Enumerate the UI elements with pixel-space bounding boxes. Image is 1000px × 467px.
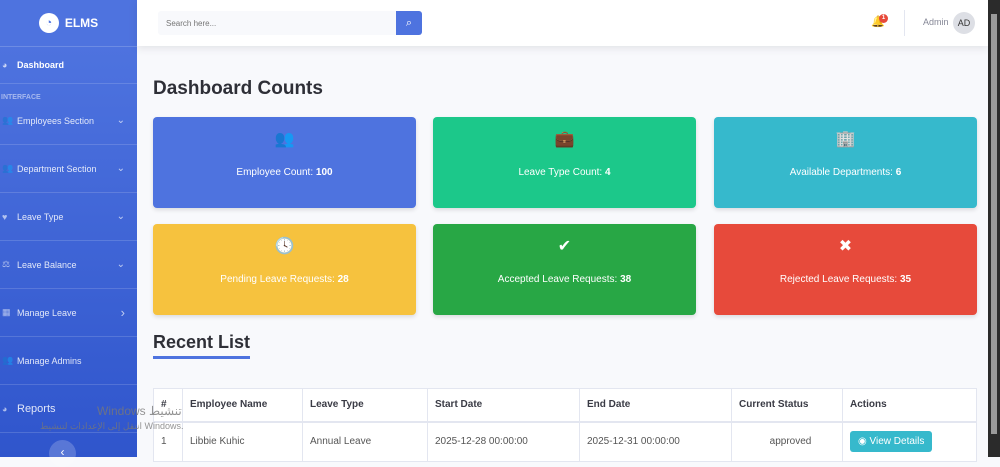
card-value: 38 (620, 274, 632, 285)
heart-icon: ♥ (2, 211, 8, 222)
sidebar-item-label: Manage Leave (17, 307, 77, 318)
users-icon: 👥 (2, 355, 14, 365)
brand[interactable]: ◔ ELMS (0, 0, 137, 46)
balance-icon: ⚖ (2, 259, 11, 269)
recent-list-title: Recent List (153, 332, 251, 359)
sidebar-item-manage-leave[interactable]: ▦ Manage Leave › (0, 289, 137, 337)
eye-icon: ◉ (858, 436, 870, 448)
card-icon: 💼 (554, 131, 575, 148)
chevron-down-icon: ⌄ (116, 115, 125, 126)
cell-actions: ◉ View Details (842, 421, 977, 462)
notification-badge: 1 (879, 14, 888, 23)
topbar: ⌕ 🔔 1 Admin AD (137, 0, 988, 46)
card-value: 35 (899, 274, 912, 285)
sidebar-item-leave-balance[interactable]: ⚖ Leave Balance ⌄ (0, 241, 137, 289)
windows-watermark-line2: انتقل إلى الإعدادات لتنشيط Windows. (40, 421, 184, 431)
sidebar-item-label: Leave Type (17, 211, 64, 222)
card-text: Available Departments: 6 (714, 167, 977, 178)
card-text: Employee Count: 100 (153, 167, 416, 178)
users-icon: 👥 (2, 163, 14, 173)
card-employee-count[interactable]: 👥 Employee Count: 100 (153, 117, 416, 208)
user-name[interactable]: Admin (923, 17, 949, 27)
card-text: Pending Leave Requests: 28 (153, 274, 416, 285)
cell-start: 2025-12-28 00:00:00 (427, 421, 580, 462)
scrollbar-thumb[interactable] (991, 14, 997, 434)
sidebar-item-label: Employees Section (17, 115, 95, 126)
users-icon: 👥 (2, 115, 14, 125)
view-details-button[interactable]: ◉ View Details (850, 431, 933, 453)
sidebar-item-departments[interactable]: 👥 Department Section ⌄ (0, 145, 137, 193)
sidebar-item-employees[interactable]: 👥 Employees Section ⌄ (0, 97, 137, 145)
cell-type: Annual Leave (302, 421, 428, 462)
windows-watermark-line1: Windows تنشيط (97, 404, 182, 418)
card-value: 4 (604, 167, 611, 178)
table-row: 1 Libbie Kuhic Annual Leave 2025-12-28 0… (153, 421, 977, 462)
card-label: Accepted Leave Requests: (497, 274, 621, 285)
card-departments-count[interactable]: 🏢 Available Departments: 6 (714, 117, 977, 208)
card-text: Leave Type Count: 4 (433, 167, 696, 178)
gauge-logo-icon: ◔ (38, 13, 59, 33)
cell-end: 2025-12-31 00:00:00 (579, 421, 732, 462)
pie-chart-icon: ◕ (2, 403, 8, 414)
chevron-down-icon: ⌄ (116, 259, 125, 270)
card-value: 6 (895, 167, 902, 178)
sidebar-item-label: Manage Admins (17, 355, 82, 366)
card-leave-type-count[interactable]: 💼 Leave Type Count: 4 (433, 117, 696, 208)
search-icon: ⌕ (405, 16, 413, 29)
brand-name: ELMS (64, 16, 99, 30)
search-input[interactable] (158, 11, 396, 35)
card-label: Pending Leave Requests: (220, 274, 338, 285)
card-rejected-requests[interactable]: ✖ Rejected Leave Requests: 35 (714, 224, 977, 315)
card-accepted-requests[interactable]: ✔ Accepted Leave Requests: 38 (433, 224, 696, 315)
card-icon: ✖ (838, 238, 853, 255)
card-icon: 🏢 (835, 131, 856, 148)
card-label: Rejected Leave Requests: (779, 274, 900, 285)
card-label: Leave Type Count: (518, 167, 605, 178)
sidebar-item-label: Reports (17, 402, 56, 415)
sidebar-item-manage-admins[interactable]: 👥 Manage Admins (0, 337, 137, 385)
cell-name: Libbie Kuhic (182, 421, 303, 462)
sidebar-item-label: Dashboard (17, 60, 65, 70)
search-button[interactable]: ⌕ (396, 11, 422, 35)
card-icon: 🕓 (274, 238, 295, 255)
col-header: Start Date (427, 388, 580, 423)
card-pending-requests[interactable]: 🕓 Pending Leave Requests: 28 (153, 224, 416, 315)
card-label: Employee Count: (236, 167, 316, 178)
table-header-row: # Employee Name Leave Type Start Date En… (153, 388, 977, 423)
sidebar-item-leave-type[interactable]: ♥ Leave Type ⌄ (0, 193, 137, 241)
chevron-down-icon: ⌄ (116, 163, 125, 174)
sidebar-item-dashboard[interactable]: ◕ Dashboard (0, 47, 137, 84)
card-value: 28 (337, 274, 349, 285)
col-header: Actions (842, 388, 977, 423)
avatar[interactable]: AD (953, 12, 975, 34)
sidebar-item-label: Department Section (17, 163, 97, 174)
card-text: Rejected Leave Requests: 35 (714, 274, 977, 285)
cell-status: approved (731, 421, 843, 462)
col-header: Employee Name (182, 388, 303, 423)
table-icon: ▦ (2, 307, 11, 317)
recent-table: # Employee Name Leave Type Start Date En… (153, 388, 977, 462)
dashboard-icon: ◕ (2, 60, 8, 70)
col-header: Leave Type (302, 388, 428, 423)
col-header: Current Status (731, 388, 843, 423)
card-value: 100 (315, 167, 333, 178)
card-text: Accepted Leave Requests: 38 (433, 274, 696, 285)
card-icon: ✔ (557, 238, 572, 255)
page-title: Dashboard Counts (153, 78, 323, 99)
sidebar-toggle-button[interactable]: ‹ (49, 440, 76, 467)
card-label: Available Departments: (789, 167, 896, 178)
card-icon: 👥 (274, 131, 295, 148)
sidebar-item-label: Leave Balance (17, 259, 77, 270)
divider (904, 10, 905, 36)
col-header: End Date (579, 388, 732, 423)
chevron-down-icon: ⌄ (116, 211, 125, 222)
sidebar: ◔ ELMS ◕ Dashboard INTERFACE 👥 Employees S… (0, 0, 137, 467)
chevron-right-icon: › (120, 305, 125, 320)
